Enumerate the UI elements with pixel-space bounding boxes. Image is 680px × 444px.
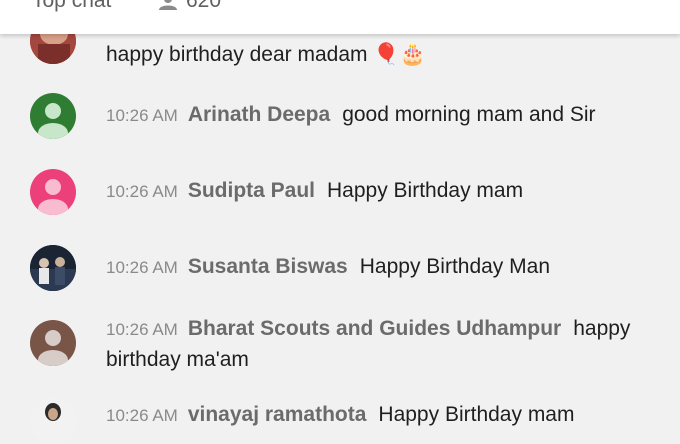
viewer-count: 620	[158, 0, 221, 13]
message-body: 10:26 AM Arinath Deepa good morning mam an…	[106, 100, 660, 131]
avatar[interactable]	[30, 169, 76, 215]
message-body: 10:26 AM vinayaj ramathota Happy Birthday …	[106, 400, 660, 431]
message-text: happy birthday dear madam	[106, 43, 368, 66]
message-text: Happy Birthday mam	[327, 179, 524, 202]
message-body: happy birthday dear madam 🎈🎂	[106, 40, 660, 70]
person-icon	[38, 330, 68, 366]
balloon-cake-emoji: 🎈🎂	[373, 43, 426, 66]
avatar[interactable]	[30, 245, 76, 291]
message-text: Happy Birthday Man	[359, 255, 550, 278]
message-time: 10:26 AM	[106, 106, 178, 125]
viewer-count-value: 620	[186, 0, 222, 12]
message-text: Happy Birthday mam	[378, 403, 575, 426]
profile-photo	[30, 245, 76, 291]
chat-feed: happy birthday dear madam 🎈🎂 10:26 AM Ari…	[0, 0, 680, 444]
person-icon	[38, 179, 68, 215]
person-icon	[38, 103, 68, 139]
author-name[interactable]: Susanta Biswas	[188, 255, 348, 278]
message-time: 10:26 AM	[106, 320, 178, 339]
author-name[interactable]: Bharat Scouts and Guides Udhampur	[188, 317, 561, 340]
message-time: 10:26 AM	[106, 182, 178, 201]
message-text: good morning mam and Sir	[342, 103, 596, 126]
author-name[interactable]: Arinath Deepa	[188, 103, 330, 126]
avatar[interactable]	[30, 398, 76, 444]
person-icon	[159, 0, 177, 10]
message-body: 10:26 AM Bharat Scouts and Guides Udhampu…	[106, 314, 660, 375]
chat-mode-selector[interactable]: Top chat	[32, 0, 111, 13]
author-name[interactable]: vinayaj ramathota	[188, 403, 367, 426]
message-body: 10:26 AM Susanta Biswas Happy Birthday Man	[106, 252, 660, 283]
avatar[interactable]	[30, 320, 76, 366]
author-name[interactable]: Sudipta Paul	[188, 179, 315, 202]
avatar[interactable]	[30, 93, 76, 139]
profile-photo	[30, 398, 76, 444]
message-time: 10:26 AM	[106, 406, 178, 425]
chat-header: Top chat 620	[0, 0, 680, 34]
message-time: 10:26 AM	[106, 258, 178, 277]
message-body: 10:26 AM Sudipta Paul Happy Birthday mam	[106, 176, 660, 207]
